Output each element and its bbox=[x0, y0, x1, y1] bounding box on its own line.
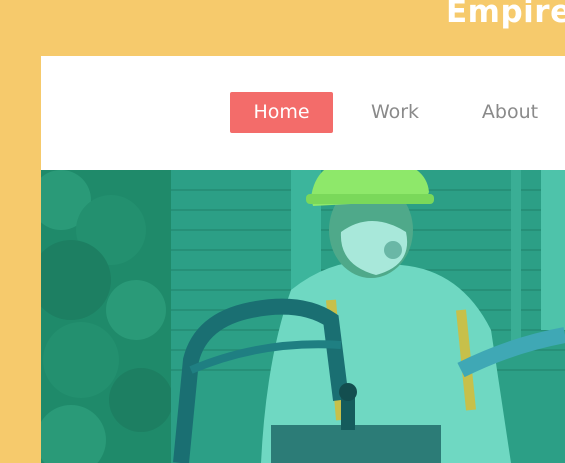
hero-image bbox=[41, 170, 565, 463]
page: Empire Home Work About bbox=[0, 0, 565, 463]
nav-item-about[interactable]: About bbox=[465, 92, 555, 133]
nav-item-work[interactable]: Work bbox=[351, 92, 439, 133]
nav-item-home[interactable]: Home bbox=[230, 92, 333, 133]
hero-illustration bbox=[41, 170, 565, 463]
nav-bar: Home Work About bbox=[41, 56, 565, 170]
site-brand[interactable]: Empire bbox=[446, 0, 565, 30]
